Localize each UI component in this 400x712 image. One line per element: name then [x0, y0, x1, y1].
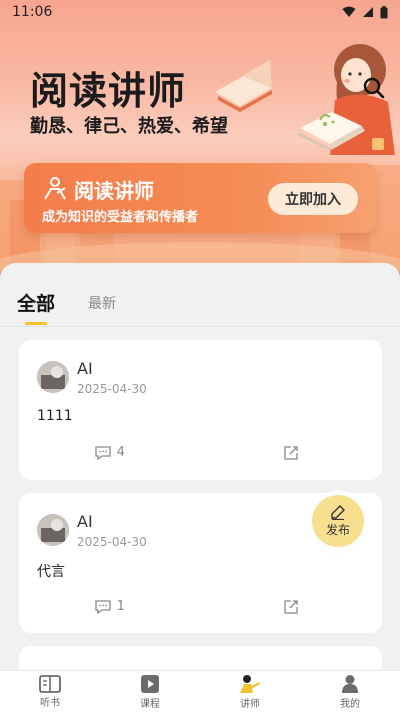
post-actions: 4 — [19, 445, 382, 460]
join-now-button[interactable]: 立即加入 — [268, 183, 358, 215]
edit-icon — [331, 505, 345, 520]
nav-label: 讲师 — [240, 698, 260, 710]
avatar-image — [37, 514, 69, 546]
publish-label: 发布 — [325, 523, 350, 537]
post-content: 代言 — [37, 564, 65, 580]
lecturer-icon — [44, 177, 66, 200]
nav-label: 我的 — [340, 698, 360, 710]
publish-button[interactable]: 发布 — [312, 495, 364, 547]
join-lecturer-card: 阅读讲师 成为知识的受益者和传播者 立即加入 — [24, 163, 376, 233]
post-content: 1111 — [37, 408, 73, 424]
comment-button[interactable]: 4 — [19, 445, 201, 460]
header-banner: 11:06 阅读讲师 勤恳、律己、热爱、希望 阅读讲师 成为知识的受益者和传播者… — [0, 0, 400, 290]
join-card-title: 阅读讲师 — [74, 179, 154, 203]
comment-icon — [94, 445, 111, 460]
post-author[interactable]: AI — [77, 512, 93, 531]
post-date: 2025-04-30 — [77, 535, 147, 549]
avatar[interactable] — [37, 514, 69, 546]
share-button[interactable] — [201, 599, 383, 614]
bottom-navigation: 听书 课程 讲师 我的 — [0, 670, 400, 712]
nav-item-lecturer[interactable]: 讲师 — [200, 671, 300, 712]
join-card-subtitle: 成为知识的受益者和传播者 — [42, 210, 199, 225]
status-time: 11:06 — [12, 4, 53, 20]
tab-all[interactable]: 全部 — [17, 289, 55, 316]
play-icon — [141, 674, 159, 693]
battery-icon — [380, 5, 388, 18]
wifi-icon — [342, 6, 356, 17]
status-icons — [342, 5, 388, 19]
share-button[interactable] — [201, 445, 383, 460]
search-icon[interactable] — [362, 76, 386, 100]
nav-item-listen[interactable]: 听书 — [0, 671, 100, 712]
nav-item-profile[interactable]: 我的 — [300, 671, 400, 712]
comment-button[interactable]: 1 — [19, 599, 201, 614]
lecturer-icon — [240, 674, 260, 693]
status-bar: 11:06 — [0, 0, 400, 24]
avatar[interactable] — [37, 361, 69, 393]
signal-icon — [363, 7, 373, 17]
nav-label: 听书 — [40, 697, 60, 709]
comment-count: 4 — [116, 445, 125, 460]
nav-label: 课程 — [140, 698, 160, 710]
share-icon — [284, 445, 298, 460]
post-date: 2025-04-30 — [77, 382, 147, 396]
profile-icon — [342, 674, 358, 693]
active-tab-indicator — [25, 322, 47, 325]
tab-bar: 全部 最新 — [0, 263, 400, 327]
post-card[interactable]: AI 2025-04-30 1111 4 — [19, 340, 382, 480]
comment-count: 1 — [116, 599, 125, 614]
post-actions: 1 — [19, 599, 382, 614]
tab-latest[interactable]: 最新 — [88, 293, 116, 313]
post-author[interactable]: AI — [77, 359, 93, 378]
share-icon — [284, 599, 298, 614]
nav-item-courses[interactable]: 课程 — [100, 671, 200, 712]
avatar-image — [37, 361, 69, 393]
book-icon — [39, 674, 61, 693]
page-title: 阅读讲师 — [30, 68, 187, 113]
page-subtitle: 勤恳、律己、热爱、希望 — [30, 116, 228, 137]
comment-icon — [94, 599, 111, 614]
